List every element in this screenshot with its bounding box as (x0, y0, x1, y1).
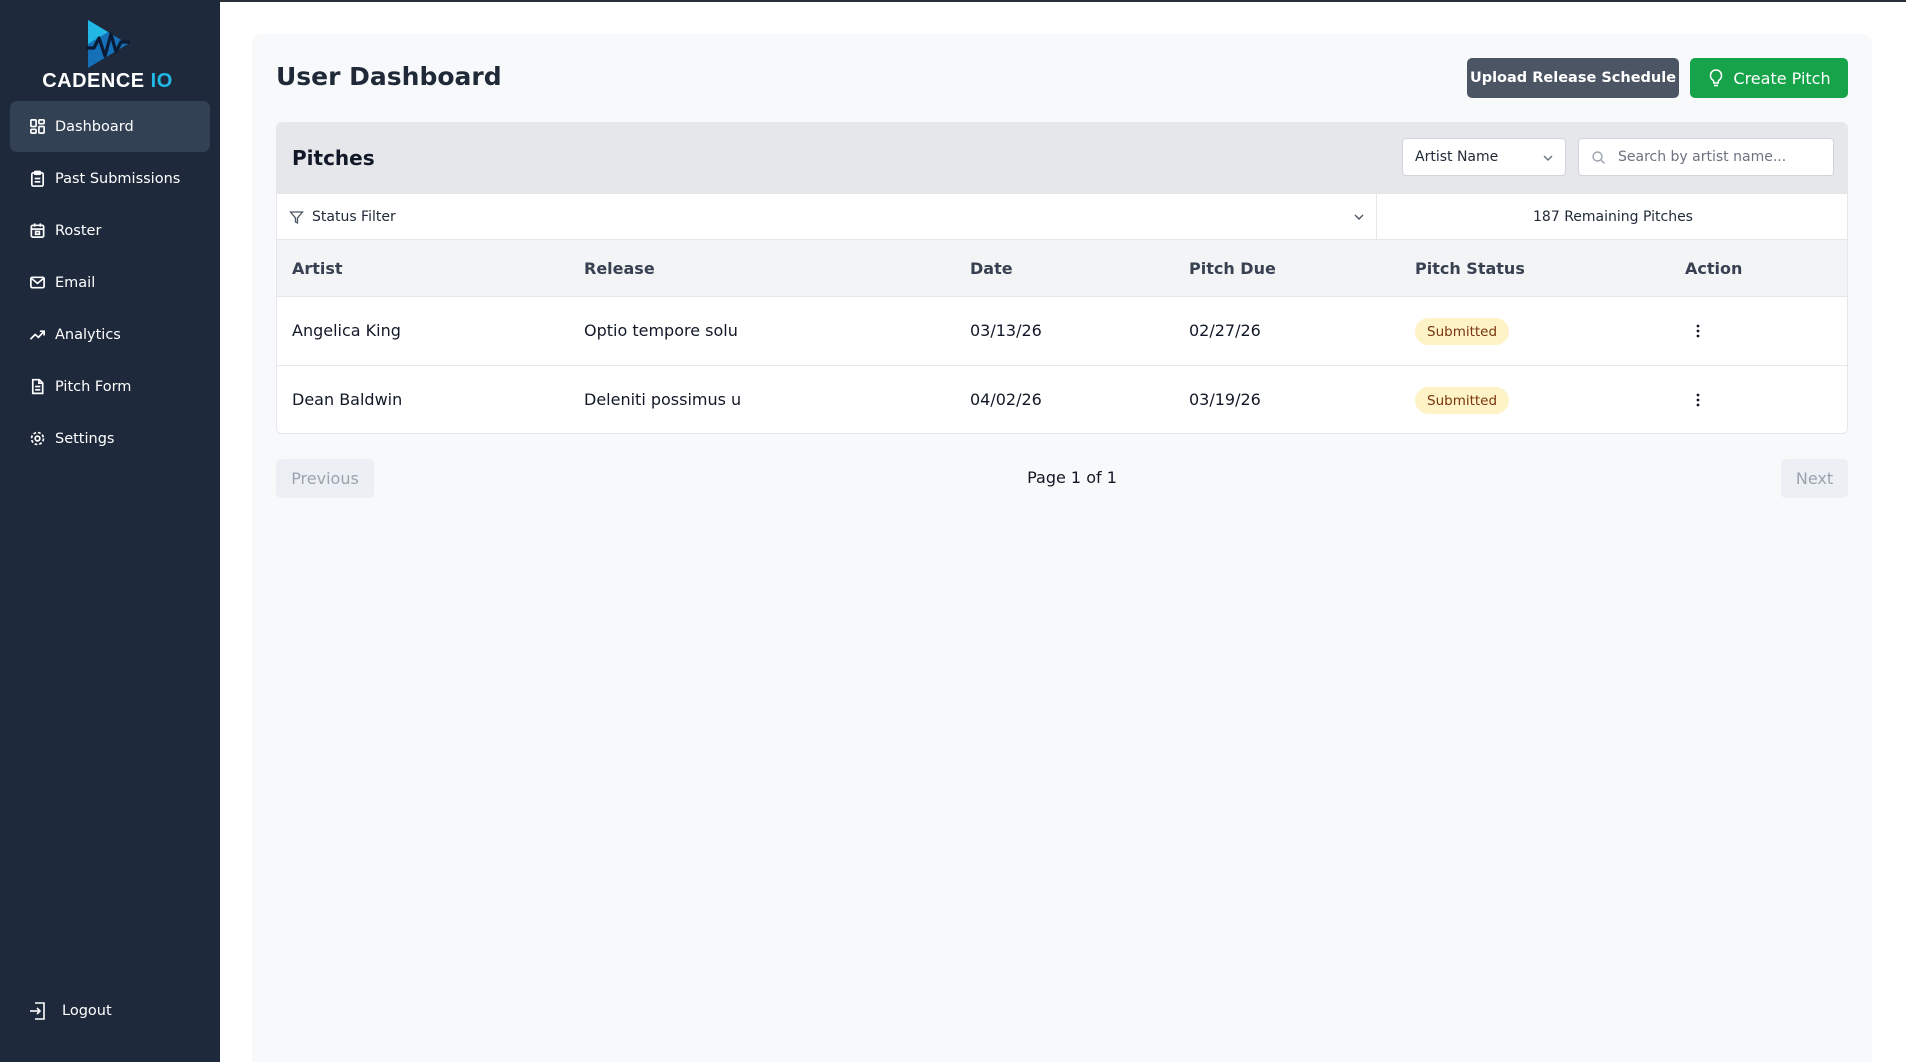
status-filter-label: Status Filter (312, 209, 396, 225)
date-cell: 04/02/26 (970, 390, 1042, 409)
sidebar-item-past-submissions[interactable]: Past Submissions (10, 153, 210, 204)
create-pitch-label: Create Pitch (1733, 68, 1831, 88)
cadence-logo-icon (86, 20, 130, 68)
pitches-header: Pitches Artist Name (277, 123, 1847, 194)
remaining-pitches-count: 187 Remaining Pitches (1533, 209, 1693, 225)
pitches-title: Pitches (292, 146, 375, 170)
upload-release-schedule-label: Upload Release Schedule (1469, 70, 1677, 86)
column-header-action: Action (1685, 259, 1743, 278)
app-name: CADENCE IO (42, 70, 173, 92)
lightbulb-icon (1707, 68, 1725, 88)
table-header: Artist Release Date Pitch Due Pitch Stat… (277, 240, 1847, 297)
next-page-button[interactable]: Next (1781, 459, 1848, 498)
sidebar-item-label: Settings (55, 430, 115, 447)
logout-label: Logout (62, 1003, 112, 1019)
filter-row: Status Filter 187 Remaining Pitches (277, 194, 1847, 240)
artist-name-select-value: Artist Name (1415, 149, 1499, 165)
sidebar-item-label: Dashboard (55, 118, 134, 135)
sidebar-item-analytics[interactable]: Analytics (10, 309, 210, 360)
search-icon (1591, 150, 1606, 165)
column-header-release[interactable]: Release (584, 259, 655, 278)
upload-release-schedule-button[interactable]: Upload Release Schedule (1467, 58, 1679, 98)
pitch-due-cell: 02/27/26 (1189, 321, 1261, 340)
release-cell: Deleniti possimus u (584, 390, 742, 409)
sidebar-item-label: Roster (55, 222, 102, 239)
chevron-down-icon (1354, 214, 1364, 220)
sidebar: CADENCE IO Dashboard Past Submissions Ro… (0, 0, 220, 1062)
trending-up-icon (28, 326, 46, 344)
date-cell: 03/13/26 (970, 321, 1042, 340)
page-indicator: Page 1 of 1 (1027, 468, 1117, 487)
pitches-panel: Pitches Artist Name Status Filter 187 Re (276, 122, 1848, 434)
chevron-down-icon (1543, 155, 1553, 161)
page-title: User Dashboard (276, 62, 502, 91)
row-actions-button[interactable] (1686, 317, 1710, 345)
sidebar-item-pitch-form[interactable]: Pitch Form (10, 361, 210, 412)
table-row[interactable]: Angelica King Optio tempore solu 03/13/2… (277, 297, 1847, 366)
table-row[interactable]: Dean Baldwin Deleniti possimus u 04/02/2… (277, 366, 1847, 433)
sidebar-item-label: Past Submissions (55, 170, 181, 187)
column-header-date[interactable]: Date (970, 259, 1013, 278)
pitch-due-cell: 03/19/26 (1189, 390, 1261, 409)
sidebar-item-label: Email (55, 274, 96, 291)
clipboard-icon (28, 170, 46, 188)
row-actions-button[interactable] (1686, 386, 1710, 414)
sidebar-nav: Dashboard Past Submissions Roster Email … (10, 101, 210, 465)
logout-icon (28, 1000, 48, 1022)
logout-button[interactable]: Logout (28, 1000, 112, 1022)
gear-icon (28, 430, 46, 448)
dashboard-icon (28, 118, 46, 136)
status-filter-dropdown[interactable]: Status Filter (277, 194, 1377, 240)
artist-cell: Angelica King (292, 321, 401, 340)
sidebar-item-label: Pitch Form (55, 378, 132, 395)
more-vertical-icon (1696, 324, 1700, 338)
status-badge: Submitted (1415, 318, 1510, 345)
status-badge: Submitted (1415, 387, 1510, 414)
filter-icon (289, 210, 304, 225)
previous-page-button[interactable]: Previous (276, 459, 374, 498)
search-box (1578, 138, 1834, 176)
app-logo[interactable]: CADENCE IO (0, 18, 220, 96)
calendar-icon (28, 222, 46, 240)
search-input[interactable] (1618, 149, 1818, 165)
sidebar-item-roster[interactable]: Roster (10, 205, 210, 256)
sidebar-item-label: Analytics (55, 326, 121, 343)
mail-icon (28, 274, 46, 292)
dashboard-card: User Dashboard Upload Release Schedule C… (252, 34, 1872, 1062)
artist-name-select[interactable]: Artist Name (1402, 138, 1566, 176)
create-pitch-button[interactable]: Create Pitch (1690, 58, 1848, 98)
document-icon (28, 378, 46, 396)
column-header-pitch-status[interactable]: Pitch Status (1415, 259, 1525, 278)
artist-cell: Dean Baldwin (292, 390, 403, 409)
sidebar-item-dashboard[interactable]: Dashboard (10, 101, 210, 152)
release-cell: Optio tempore solu (584, 321, 738, 340)
column-header-pitch-due[interactable]: Pitch Due (1189, 259, 1276, 278)
sidebar-item-email[interactable]: Email (10, 257, 210, 308)
more-vertical-icon (1696, 393, 1700, 407)
sidebar-item-settings[interactable]: Settings (10, 413, 210, 464)
column-header-artist[interactable]: Artist (292, 259, 343, 278)
